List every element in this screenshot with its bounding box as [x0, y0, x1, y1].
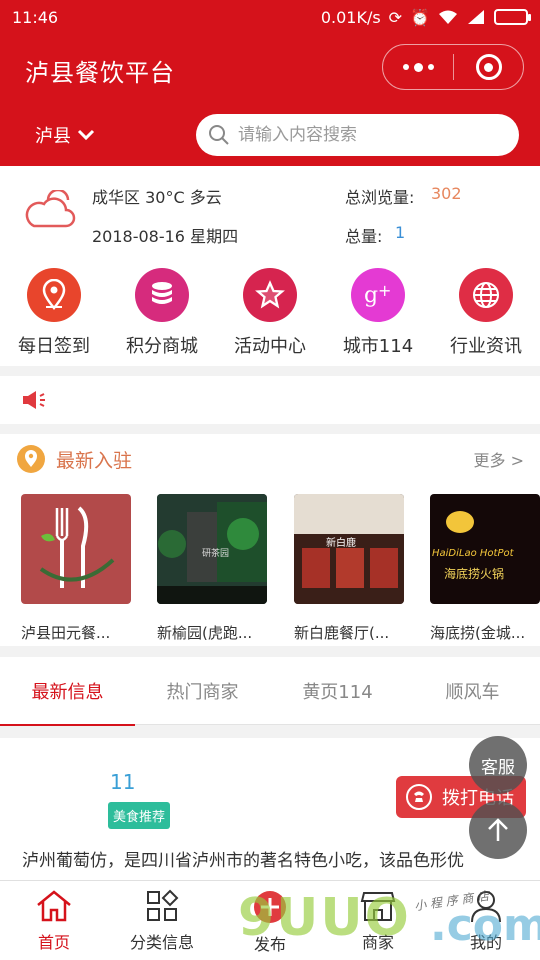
category-icon: [147, 889, 179, 921]
status-icons: 0.01K/s ⟳ ⏰: [320, 7, 531, 27]
more-menu-button[interactable]: [383, 45, 453, 89]
status-bar: 11:46 0.01K/s ⟳ ⏰: [0, 0, 540, 34]
cloud-icon: [25, 190, 76, 228]
tab-latest[interactable]: 最新信息: [0, 657, 135, 726]
bottom-tab-home[interactable]: 首页: [0, 881, 108, 960]
google-plus-icon: g +: [351, 268, 405, 322]
merchant-card[interactable]: 泸县田元餐...: [21, 494, 131, 643]
more-link[interactable]: 更多 >: [474, 447, 525, 471]
views-count: 302: [431, 184, 462, 203]
merchant-card[interactable]: HaiDiLao HotPot 海底捞火锅 海底捞(金城...: [430, 494, 540, 643]
views-label: 总浏览量:: [345, 188, 415, 207]
merchant-name: 新榆园(虎跑...: [157, 624, 253, 642]
dot-icon: [402, 64, 409, 70]
location-pin-icon: [27, 268, 81, 322]
dot-icon: [413, 62, 423, 72]
sign-text: 海底捞火锅: [444, 566, 504, 581]
battery-icon: [494, 9, 531, 25]
total-count: 1: [395, 223, 406, 242]
category-tag: 美食推荐: [108, 802, 171, 829]
merchant-name: 新白鹿餐厅(...: [294, 624, 390, 642]
nav-points-mall[interactable]: 积分商城: [108, 268, 216, 358]
arrow-up-icon: [488, 818, 508, 841]
location-badge-icon: [17, 445, 45, 473]
nav-activity-center[interactable]: 活动中心: [216, 268, 324, 358]
page-title: 泸县餐饮平台: [25, 59, 175, 87]
alarm-icon: ⏰: [410, 7, 430, 27]
chevron-down-icon: [77, 129, 95, 141]
nav-label: 积分商城: [126, 336, 198, 357]
network-speed: 0.01K/s: [320, 7, 381, 27]
dot-icon: [427, 64, 434, 70]
city-label: 泸县: [35, 126, 71, 147]
section-title: 最新入驻: [56, 449, 133, 472]
search-input[interactable]: [238, 125, 498, 145]
sign-text: 新白鹿: [326, 536, 356, 549]
weather-text: 成华区 30°C 多云: [92, 188, 222, 207]
total-label: 总量:: [345, 227, 383, 246]
nav-label: 行业资讯: [450, 336, 522, 357]
merchant-image: 新白鹿: [294, 494, 404, 604]
database-icon: [135, 268, 189, 322]
signal-icon: [468, 10, 484, 24]
quick-nav: 每日签到 积分商城 活动中心 g + 城市114 行业资讯: [0, 258, 540, 366]
mini-program-capsule: [382, 44, 524, 90]
phone-icon: [406, 784, 432, 810]
announcement-bar[interactable]: [0, 376, 540, 424]
sign-text: 研茶园: [202, 547, 229, 559]
merchant-name: 海底捞(金城...: [430, 624, 526, 642]
wifi-icon: [439, 10, 457, 24]
watermark-logo: 9UUO: [238, 888, 411, 948]
star-icon: [243, 268, 297, 322]
globe-icon: [459, 268, 513, 322]
close-mini-program-button[interactable]: [454, 54, 523, 80]
content-tabs: 最新信息 热门商家 黄页114 顺风车: [0, 657, 540, 726]
sync-icon: ⟳: [388, 7, 403, 27]
search-box[interactable]: [196, 114, 519, 156]
post-count: 11: [110, 770, 136, 794]
customer-service-button[interactable]: 客服: [469, 736, 527, 794]
info-post[interactable]: 11 美食推荐 拨打电话 泸州葡萄仿，是四川省泸州市的著名特色小吃，该品色形优: [0, 738, 540, 880]
nav-label: 活动中心: [234, 336, 306, 357]
merchant-image: HaiDiLao HotPot 海底捞火锅: [430, 494, 540, 604]
target-icon: [475, 54, 502, 80]
merchant-image: [21, 494, 131, 604]
post-description: 泸州葡萄仿，是四川省泸州市的著名特色小吃，该品色形优: [22, 851, 464, 871]
nav-label: 每日签到: [18, 336, 90, 357]
city-selector[interactable]: 泸县: [35, 122, 95, 148]
bottom-tab-category[interactable]: 分类信息: [108, 881, 216, 960]
status-time: 11:46: [12, 7, 59, 27]
bottom-tab-label: 分类信息: [129, 933, 194, 952]
merchant-name: 泸县田元餐...: [21, 624, 111, 642]
megaphone-icon: [23, 391, 45, 409]
sign-text: HaiDiLao HotPot: [432, 548, 515, 559]
svg-text:g: g: [364, 283, 378, 308]
bottom-tab-label: 首页: [37, 933, 70, 952]
nav-industry-news[interactable]: 行业资讯: [432, 268, 540, 358]
home-icon: [37, 890, 71, 922]
merchant-card[interactable]: 新白鹿 新白鹿餐厅(...: [294, 494, 404, 643]
svg-text:+: +: [378, 281, 391, 300]
newest-merchants-section: 最新入驻 更多 > 泸县田元餐... 研茶园 新榆园(虎跑... 新白鹿 新白鹿…: [0, 434, 540, 646]
merchant-card[interactable]: 研茶园 新榆园(虎跑...: [157, 494, 267, 643]
date-text: 2018-08-16 星期四: [92, 227, 239, 246]
search-icon: [209, 125, 229, 145]
nav-city-114[interactable]: g + 城市114: [324, 268, 432, 358]
tab-hot-merchants[interactable]: 热门商家: [135, 657, 270, 725]
nav-label: 城市114: [342, 336, 414, 357]
merchant-image: 研茶园: [157, 494, 267, 604]
weather-stats-panel: 成华区 30°C 多云 2018-08-16 星期四 总浏览量: 302 总量:…: [0, 166, 540, 258]
app-header: 泸县餐饮平台 泸县: [0, 34, 540, 166]
tab-yellow-pages[interactable]: 黄页114: [270, 657, 405, 725]
tab-carpool[interactable]: 顺风车: [405, 657, 540, 725]
watermark-domain: .com: [430, 900, 540, 951]
nav-daily-checkin[interactable]: 每日签到: [0, 268, 108, 358]
section-header: 最新入驻: [16, 444, 132, 474]
back-to-top-button[interactable]: [469, 801, 527, 859]
